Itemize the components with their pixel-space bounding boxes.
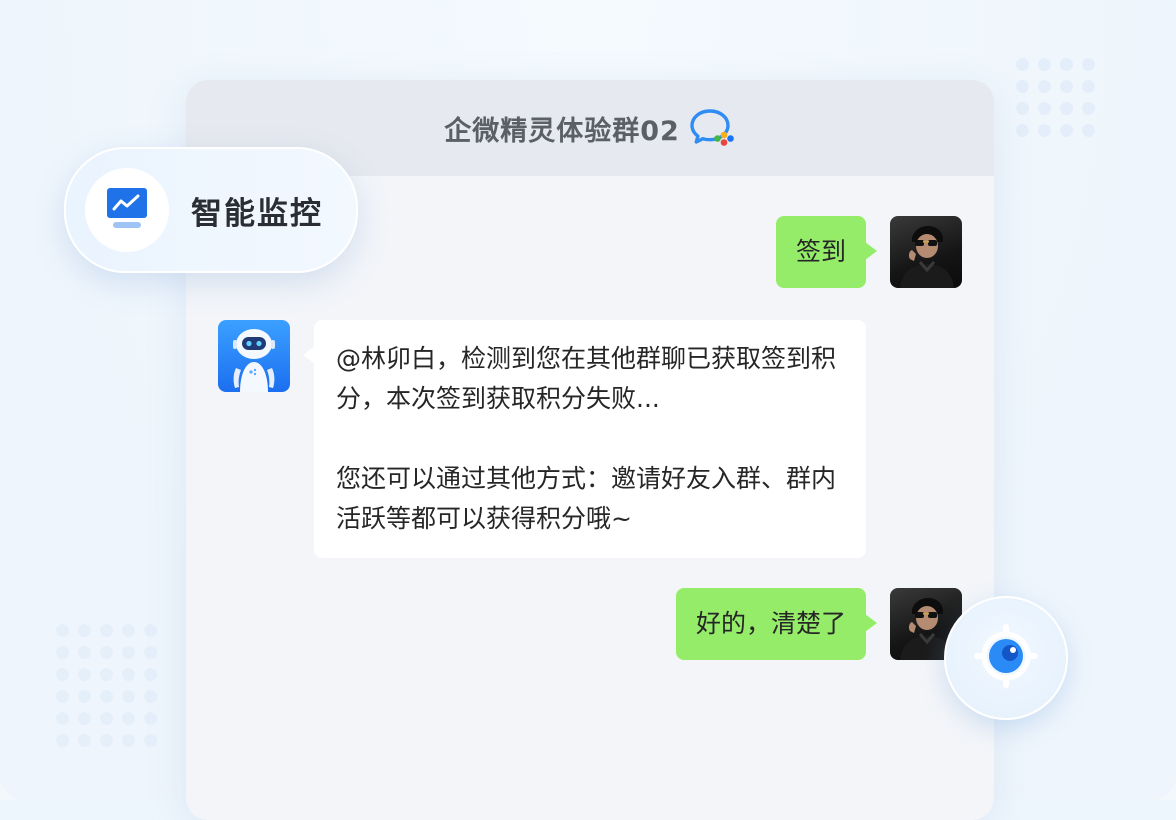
message-text: 签到 [795,237,846,266]
message-paragraph: 您还可以通过其他方式：邀请好友入群、群内活跃等都可以获得积分哦~ [336,464,837,533]
robot-avatar[interactable] [218,320,290,392]
message-text: 好的，清楚了 [695,609,846,638]
user-avatar[interactable] [890,216,962,288]
chat-title: 企微精灵体验群02 [444,115,680,147]
user-message-bubble: 好的，清楚了 [675,588,878,660]
group-chat-icon [690,108,736,148]
bot-message-bubble: @林卯白，检测到您在其他群聊已获取签到积分，本次签到获取积分失败... 您还可以… [303,320,866,558]
smart-monitor-badge: 智能监控 [64,147,358,273]
feature-label: 智能监控 [191,195,323,232]
decorative-dots-bottom-left [56,624,157,747]
monitor-icon-circle [85,168,169,252]
user-message-bubble: 签到 [775,216,878,288]
eye-target-button[interactable] [944,596,1068,720]
monitor-chart-icon [105,186,149,234]
eye-target-icon [966,616,1046,700]
decorative-dots-top-right [1016,58,1095,137]
message-paragraph: @林卯白，检测到您在其他群聊已获取签到积分，本次签到获取积分失败... [336,344,837,413]
